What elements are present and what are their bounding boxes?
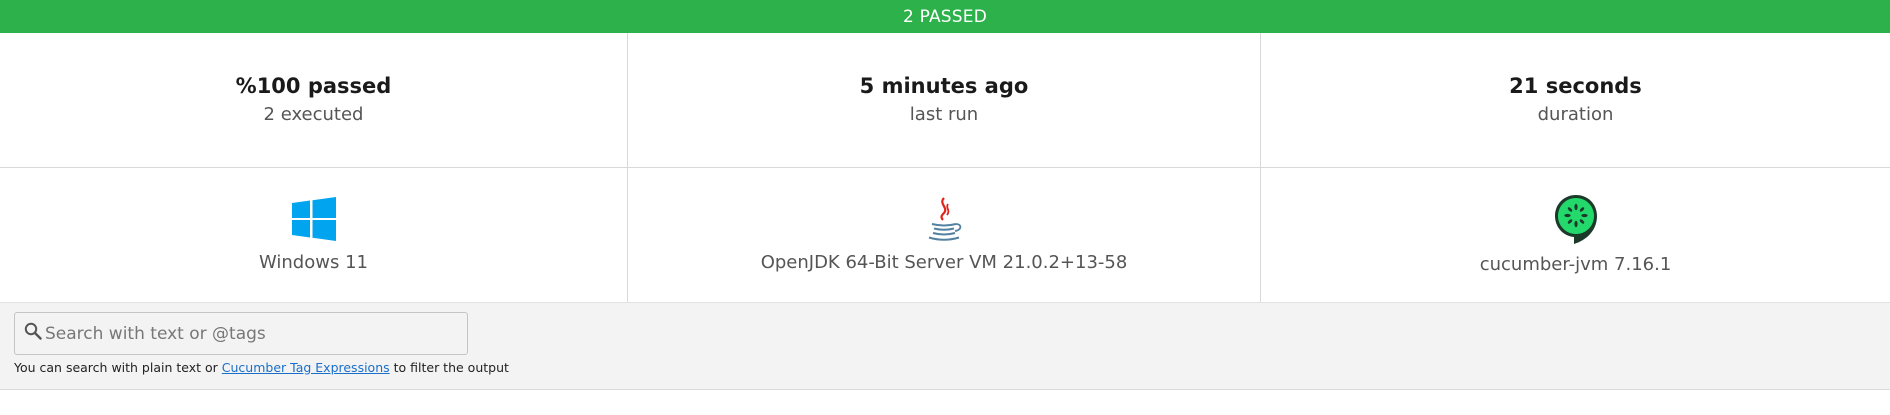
environment-row: Windows 11 OpenJDK 64-Bit Server VM 21.0…	[0, 168, 1890, 303]
status-bar: 2 PASSED	[0, 0, 1890, 33]
env-runtime: OpenJDK 64-Bit Server VM 21.0.2+13-58	[628, 168, 1261, 302]
windows-icon	[291, 194, 336, 244]
status-label: 2 PASSED	[902, 6, 988, 27]
cucumber-icon	[1553, 192, 1599, 246]
java-icon	[924, 194, 964, 244]
os-label: Windows 11	[259, 252, 368, 273]
env-os: Windows 11	[0, 168, 628, 302]
runtime-label: OpenJDK 64-Bit Server VM 21.0.2+13-58	[760, 252, 1128, 273]
search-help: You can search with plain text or Cucumb…	[14, 360, 1876, 376]
implementation-label: cucumber-jvm 7.16.1	[1479, 254, 1672, 275]
search-icon	[23, 321, 43, 341]
search-panel: You can search with plain text or Cucumb…	[0, 303, 1890, 390]
search-input[interactable]	[43, 323, 443, 344]
env-implementation: cucumber-jvm 7.16.1	[1261, 168, 1890, 302]
tag-expressions-link[interactable]: Cucumber Tag Expressions	[222, 360, 390, 375]
search-help-prefix: You can search with plain text or	[14, 360, 222, 375]
passed-caption: 2 executed	[263, 104, 364, 125]
summary-duration: 21 seconds duration	[1261, 33, 1890, 167]
last-run-value: 5 minutes ago	[859, 74, 1029, 98]
search-help-suffix: to filter the output	[389, 360, 509, 375]
summary-last-run: 5 minutes ago last run	[628, 33, 1261, 167]
search-box[interactable]	[14, 312, 468, 355]
duration-caption: duration	[1537, 104, 1614, 125]
passed-value: %100 passed	[235, 74, 392, 98]
summary-row: %100 passed 2 executed 5 minutes ago las…	[0, 33, 1890, 168]
last-run-caption: last run	[909, 104, 979, 125]
summary-passed: %100 passed 2 executed	[0, 33, 628, 167]
duration-value: 21 seconds	[1509, 74, 1642, 98]
